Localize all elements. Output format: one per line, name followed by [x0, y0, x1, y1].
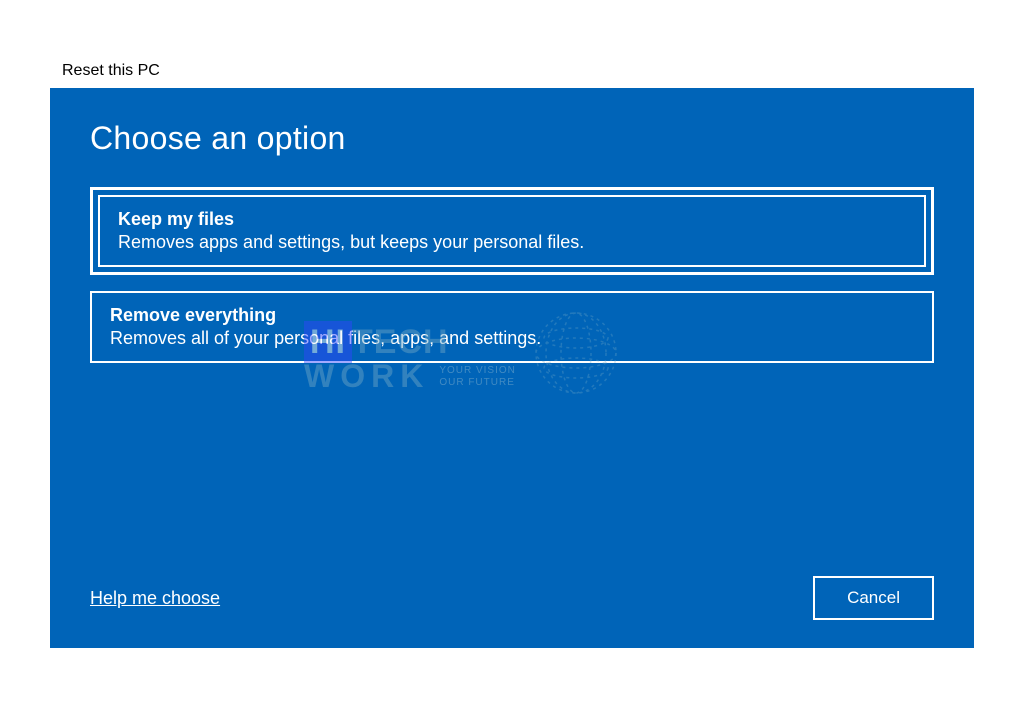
- option-title: Keep my files: [118, 209, 906, 230]
- option-description: Removes apps and settings, but keeps you…: [118, 232, 906, 253]
- reset-dialog: Choose an option Keep my files Removes a…: [50, 88, 974, 648]
- dialog-heading: Choose an option: [90, 120, 934, 157]
- window-title: Reset this PC: [62, 62, 160, 80]
- option-remove-everything[interactable]: Remove everything Removes all of your pe…: [90, 291, 934, 363]
- option-keep-files[interactable]: Keep my files Removes apps and settings,…: [98, 195, 926, 267]
- option-title: Remove everything: [110, 305, 914, 326]
- dialog-footer: Help me choose Cancel: [90, 576, 934, 620]
- option-description: Removes all of your personal files, apps…: [110, 328, 914, 349]
- help-link[interactable]: Help me choose: [90, 588, 220, 609]
- option-remove-everything-container: Remove everything Removes all of your pe…: [90, 291, 934, 363]
- cancel-button[interactable]: Cancel: [813, 576, 934, 620]
- option-keep-files-highlight: Keep my files Removes apps and settings,…: [90, 187, 934, 275]
